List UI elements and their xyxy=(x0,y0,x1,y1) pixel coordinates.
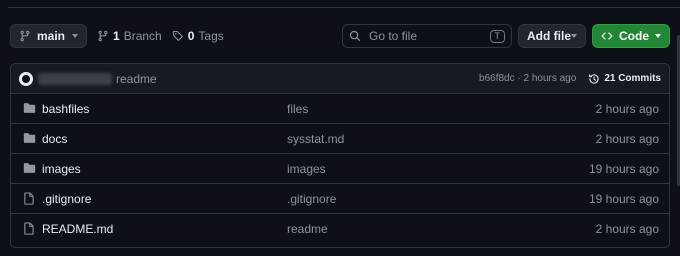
file-commit-time: 19 hours ago xyxy=(588,191,659,206)
file-commit-time: 2 hours ago xyxy=(595,131,659,146)
tag-count: 0 xyxy=(187,29,195,43)
search-icon xyxy=(349,30,361,42)
chevron-down-icon xyxy=(655,34,661,38)
commits-count-label: 21 Commits xyxy=(604,73,661,84)
file-row[interactable]: .gitignore .gitignore 19 hours ago xyxy=(11,184,669,214)
branch-select-button[interactable]: main xyxy=(10,24,87,48)
history-icon xyxy=(589,73,599,84)
go-to-file-search[interactable]: Go to file T xyxy=(342,24,512,48)
file-commit-time: 2 hours ago xyxy=(595,101,659,116)
commit-author-blurred[interactable] xyxy=(38,72,112,85)
code-label: Code xyxy=(619,29,649,43)
file-icon xyxy=(23,192,35,208)
file-row[interactable]: images images 19 hours ago xyxy=(11,154,669,184)
file-table: readme b66f8dc · 2 hours ago 21 Commits … xyxy=(10,63,670,248)
file-name-link[interactable]: README.md xyxy=(42,222,113,236)
chevron-down-icon xyxy=(571,34,577,38)
avatar[interactable] xyxy=(19,71,33,86)
branch-count: 1 xyxy=(113,29,120,43)
search-placeholder: Go to file xyxy=(369,29,418,43)
tag-icon xyxy=(172,30,183,41)
commits-history-link[interactable]: 21 Commits xyxy=(588,73,661,85)
file-name-link[interactable]: .gitignore xyxy=(42,192,91,206)
branches-link[interactable]: 1 Branch xyxy=(97,29,162,43)
file-commit-time: 2 hours ago xyxy=(595,222,659,236)
file-commit-time: 19 hours ago xyxy=(588,161,659,176)
file-commit-message-link[interactable]: files xyxy=(287,102,308,116)
repo-toolbar: main 1 Branch 0 Tags Go to file T Add fi… xyxy=(10,24,670,48)
top-divider xyxy=(8,7,680,8)
keyboard-shortcut-badge: T xyxy=(489,29,505,43)
file-row[interactable]: README.md readme 2 hours ago xyxy=(11,214,669,244)
chevron-down-icon xyxy=(72,34,78,38)
git-branch-icon xyxy=(98,30,108,42)
folder-icon xyxy=(23,102,36,117)
file-commit-message-link[interactable]: sysstat.md xyxy=(287,132,344,146)
file-commit-message-link[interactable]: images xyxy=(287,162,326,176)
code-button[interactable]: Code xyxy=(592,24,670,48)
folder-icon xyxy=(23,132,36,147)
latest-commit-bar: readme b66f8dc · 2 hours ago 21 Commits xyxy=(11,64,669,94)
file-list: bashfiles files 2 hours ago docs sysstat.md 2… xyxy=(11,94,669,244)
commit-message[interactable]: readme xyxy=(116,72,157,86)
add-file-label: Add file xyxy=(527,29,571,43)
add-file-button[interactable]: Add file xyxy=(518,24,586,48)
file-name-link[interactable]: images xyxy=(42,162,81,176)
git-branch-icon xyxy=(20,30,30,42)
file-row[interactable]: docs sysstat.md 2 hours ago xyxy=(11,124,669,154)
branch-name: main xyxy=(37,29,66,43)
file-row[interactable]: bashfiles files 2 hours ago xyxy=(11,94,669,124)
tag-word: Tags xyxy=(198,29,224,43)
commit-hash-time[interactable]: b66f8dc · 2 hours ago xyxy=(479,73,576,84)
code-icon xyxy=(601,32,613,40)
branch-word: Branch xyxy=(123,29,162,43)
folder-icon xyxy=(23,162,36,177)
file-name-link[interactable]: bashfiles xyxy=(42,102,89,116)
tags-link[interactable]: 0 Tags xyxy=(172,29,224,43)
file-commit-message-link[interactable]: .gitignore xyxy=(287,192,336,206)
file-icon xyxy=(23,222,35,238)
file-commit-message-link[interactable]: readme xyxy=(287,222,328,236)
file-name-link[interactable]: docs xyxy=(42,132,67,146)
